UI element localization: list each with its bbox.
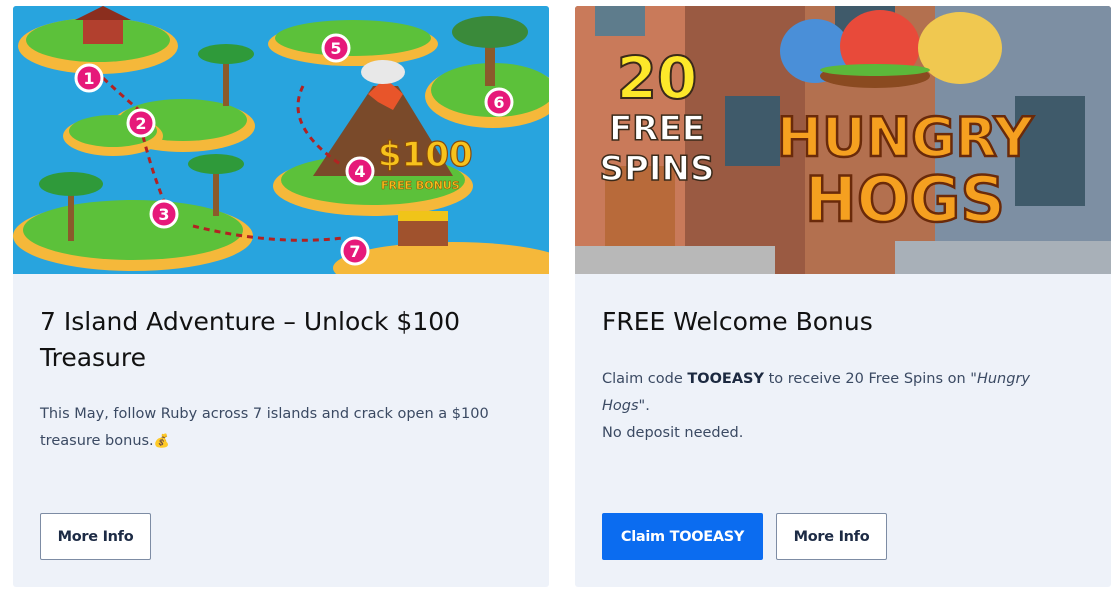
svg-text:2: 2 xyxy=(135,114,146,133)
promo-image-island-map: $100 FREE BONUS 1 2 3 4 5 6 7 xyxy=(13,6,549,274)
promo-code: TOOEASY xyxy=(687,371,765,387)
promo-card-island-adventure: $100 FREE BONUS 1 2 3 4 5 6 7 7 Island A… xyxy=(13,6,549,587)
svg-text:4: 4 xyxy=(354,162,365,181)
claim-code-button[interactable]: Claim TOOEASY xyxy=(602,513,763,560)
desc-middle: to receive 20 Free Spins on xyxy=(764,371,971,387)
svg-text:3: 3 xyxy=(158,205,169,224)
desc-prefix: Claim code xyxy=(602,371,688,387)
card-title: 7 Island Adventure – Unlock $100 Treasur… xyxy=(40,307,461,372)
map-marker-2: 2 xyxy=(126,108,156,138)
card-description: This May, follow Ruby across 7 islands a… xyxy=(40,401,520,455)
money-bag-icon: 💰 xyxy=(153,434,170,449)
no-deposit-note: No deposit needed. xyxy=(602,425,744,441)
svg-text:1: 1 xyxy=(83,69,94,88)
promo-card-welcome-bonus: 20 FREE SPINS HUNGRY HOGS FREE Welcome B… xyxy=(575,6,1111,587)
logo-line2: HOGS xyxy=(805,163,1005,236)
map-marker-3: 3 xyxy=(149,199,179,229)
map-amount-text: $100 xyxy=(378,135,473,175)
desc-suffix: . xyxy=(645,398,650,414)
free-spins-line2: SPINS xyxy=(600,149,715,189)
map-marker-7: 7 xyxy=(340,236,370,266)
more-info-button[interactable]: More Info xyxy=(40,513,151,560)
map-marker-4: 4 xyxy=(345,156,375,186)
map-marker-6: 6 xyxy=(484,87,514,117)
card-description: Claim code TOOEASY to receive 20 Free Sp… xyxy=(602,366,1082,420)
description-text: This May, follow Ruby across 7 islands a… xyxy=(40,406,489,449)
svg-text:5: 5 xyxy=(330,39,341,58)
svg-text:6: 6 xyxy=(493,93,504,112)
free-spins-line1: FREE xyxy=(609,109,705,149)
free-spins-number: 20 xyxy=(617,44,698,112)
more-info-button[interactable]: More Info xyxy=(776,513,887,560)
svg-text:7: 7 xyxy=(349,242,360,261)
map-marker-1: 1 xyxy=(74,63,104,93)
card-title: FREE Welcome Bonus xyxy=(602,307,873,336)
map-subtitle-text: FREE BONUS xyxy=(381,179,460,192)
promo-image-hungry-hogs: 20 FREE SPINS HUNGRY HOGS xyxy=(575,6,1111,274)
map-marker-5: 5 xyxy=(321,33,351,63)
logo-line1: HUNGRY xyxy=(777,106,1034,169)
